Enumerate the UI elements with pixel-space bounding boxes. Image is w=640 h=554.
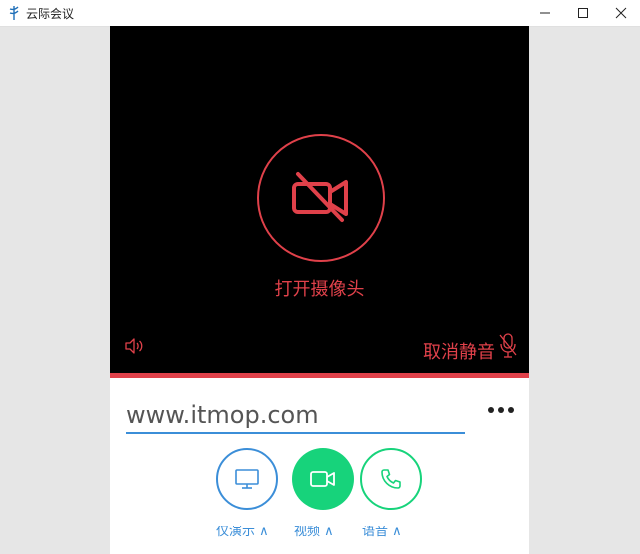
title-bar: 云际会议 (0, 0, 640, 27)
screen-share-button[interactable] (216, 448, 278, 510)
voice-call-button[interactable] (360, 448, 422, 510)
window-title: 云际会议 (26, 7, 75, 21)
app-logo-icon (9, 6, 19, 20)
maximize-icon (578, 8, 588, 18)
monitor-icon (235, 469, 259, 489)
open-camera-label[interactable]: 打开摄像头 (110, 275, 529, 301)
status-bar (110, 373, 529, 378)
unmute-label[interactable]: 取消静音 (423, 338, 495, 364)
more-button[interactable] (488, 402, 514, 418)
speaker-icon[interactable] (124, 338, 144, 354)
meeting-panel: 打开摄像头 取消静音 www.itmop.com 仅演示 ∧ 视频 ∧ 语音 ∧ (110, 26, 529, 554)
camera-off-icon (292, 172, 348, 222)
call-mode-labels: 仅演示 ∧ 视频 ∧ 语音 ∧ (216, 526, 436, 540)
video-preview: 打开摄像头 取消静音 (110, 26, 529, 373)
screen-share-dropdown[interactable]: 仅演示 ∧ (216, 526, 269, 539)
close-button[interactable] (598, 0, 640, 26)
open-camera-button[interactable] (257, 134, 385, 262)
close-icon (615, 7, 627, 19)
minimize-icon (540, 12, 550, 14)
video-dropdown[interactable]: 视频 ∧ (294, 526, 334, 539)
voice-dropdown[interactable]: 语音 ∧ (362, 526, 402, 539)
meeting-address-input[interactable] (126, 398, 465, 434)
video-call-button[interactable] (292, 448, 354, 510)
video-camera-icon (310, 471, 335, 487)
more-dot-icon (508, 407, 514, 413)
phone-icon (381, 469, 401, 489)
more-dot-icon (488, 407, 494, 413)
more-dot-icon (498, 407, 504, 413)
mic-off-icon[interactable] (499, 333, 517, 359)
